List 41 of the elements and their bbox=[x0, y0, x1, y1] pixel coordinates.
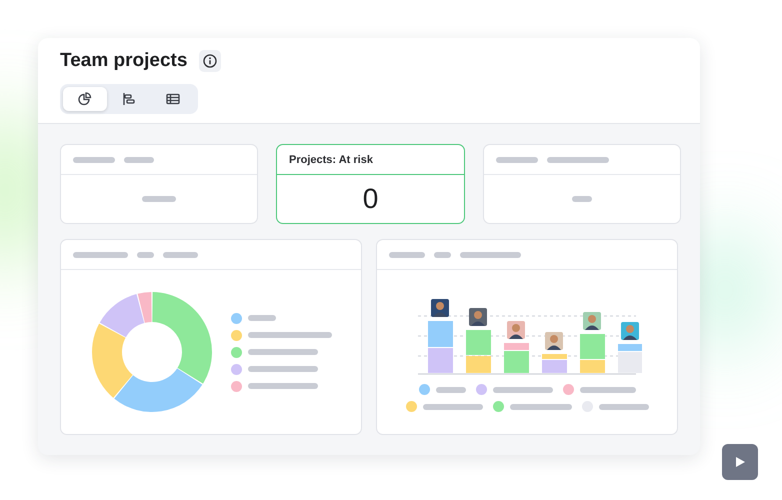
placeholder-bar bbox=[73, 252, 128, 258]
play-button[interactable] bbox=[722, 444, 758, 480]
play-icon bbox=[734, 456, 746, 468]
placeholder-bar bbox=[572, 196, 592, 202]
placeholder-bar bbox=[496, 156, 538, 162]
placeholder-bar bbox=[510, 404, 572, 410]
bar-segment bbox=[428, 348, 453, 373]
placeholder-bar bbox=[422, 404, 482, 410]
card-title: Projects: At risk bbox=[289, 154, 373, 166]
table-icon bbox=[166, 92, 180, 106]
placeholder-bar bbox=[598, 404, 648, 410]
placeholder-bar bbox=[460, 252, 521, 258]
placeholder-bar bbox=[124, 156, 154, 162]
placeholder-bar bbox=[492, 386, 552, 392]
placeholder-bar bbox=[73, 156, 115, 162]
timeline-icon bbox=[122, 92, 136, 106]
stat-value: 0 bbox=[362, 183, 378, 215]
avatar-icon bbox=[621, 322, 639, 340]
placeholder-bar bbox=[436, 386, 466, 392]
placeholder-bar bbox=[142, 196, 176, 202]
placeholder-bar bbox=[137, 252, 154, 258]
avatar-icon bbox=[545, 332, 563, 350]
avatar-icon bbox=[583, 312, 601, 330]
info-button[interactable] bbox=[199, 50, 222, 72]
placeholder-bar bbox=[248, 383, 318, 389]
placeholder-bar bbox=[248, 349, 318, 355]
avatar-icon bbox=[431, 299, 449, 317]
placeholder-bar bbox=[389, 252, 425, 258]
page-title: Team projects bbox=[60, 50, 188, 72]
bar-segment bbox=[428, 321, 453, 347]
avatar-icon bbox=[507, 321, 525, 339]
placeholder-bar bbox=[547, 156, 609, 162]
placeholder-bar bbox=[434, 252, 451, 258]
placeholder-bar bbox=[248, 315, 276, 321]
placeholder-bar bbox=[580, 386, 636, 392]
info-icon bbox=[203, 54, 218, 68]
placeholder-bar bbox=[248, 366, 318, 372]
avatar-icon bbox=[469, 308, 487, 326]
view-tab[interactable] bbox=[63, 87, 107, 111]
placeholder-bar bbox=[163, 252, 198, 258]
pie-chart-icon bbox=[78, 92, 92, 106]
